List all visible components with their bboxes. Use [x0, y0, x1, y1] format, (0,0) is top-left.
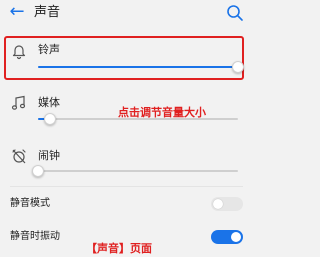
- silent-mode-toggle[interactable]: [211, 197, 243, 211]
- media-label: 媒体: [38, 96, 60, 109]
- page-title: 声音: [34, 5, 61, 20]
- alarm-off-icon: [12, 149, 26, 164]
- ringtone-volume-slider[interactable]: [38, 61, 244, 73]
- music-note-icon: [11, 95, 26, 110]
- ringtone-label: 铃声: [38, 43, 60, 56]
- ringtone-volume-thumb[interactable]: [232, 61, 244, 73]
- divider: [10, 186, 243, 187]
- ringtone-volume-fill: [38, 66, 238, 68]
- alarm-volume-slider[interactable]: [32, 165, 238, 177]
- toggle-knob: [213, 199, 223, 209]
- media-volume-slider[interactable]: [38, 113, 238, 125]
- vibrate-when-silent-label: 静音时振动: [10, 231, 60, 242]
- annotation-page-caption: 【声音】页面: [86, 242, 152, 255]
- vibrate-when-silent-toggle[interactable]: [211, 230, 243, 244]
- media-volume-thumb[interactable]: [44, 113, 56, 125]
- back-arrow-icon[interactable]: ←: [6, 2, 28, 22]
- alarm-label: 闹钟: [38, 149, 60, 162]
- silent-mode-label: 静音模式: [10, 198, 50, 209]
- alarm-volume-thumb[interactable]: [32, 165, 44, 177]
- toggle-knob: [231, 232, 241, 242]
- bell-icon: [12, 45, 26, 60]
- app-header: ← 声音: [0, 0, 253, 26]
- search-icon[interactable]: [225, 3, 245, 23]
